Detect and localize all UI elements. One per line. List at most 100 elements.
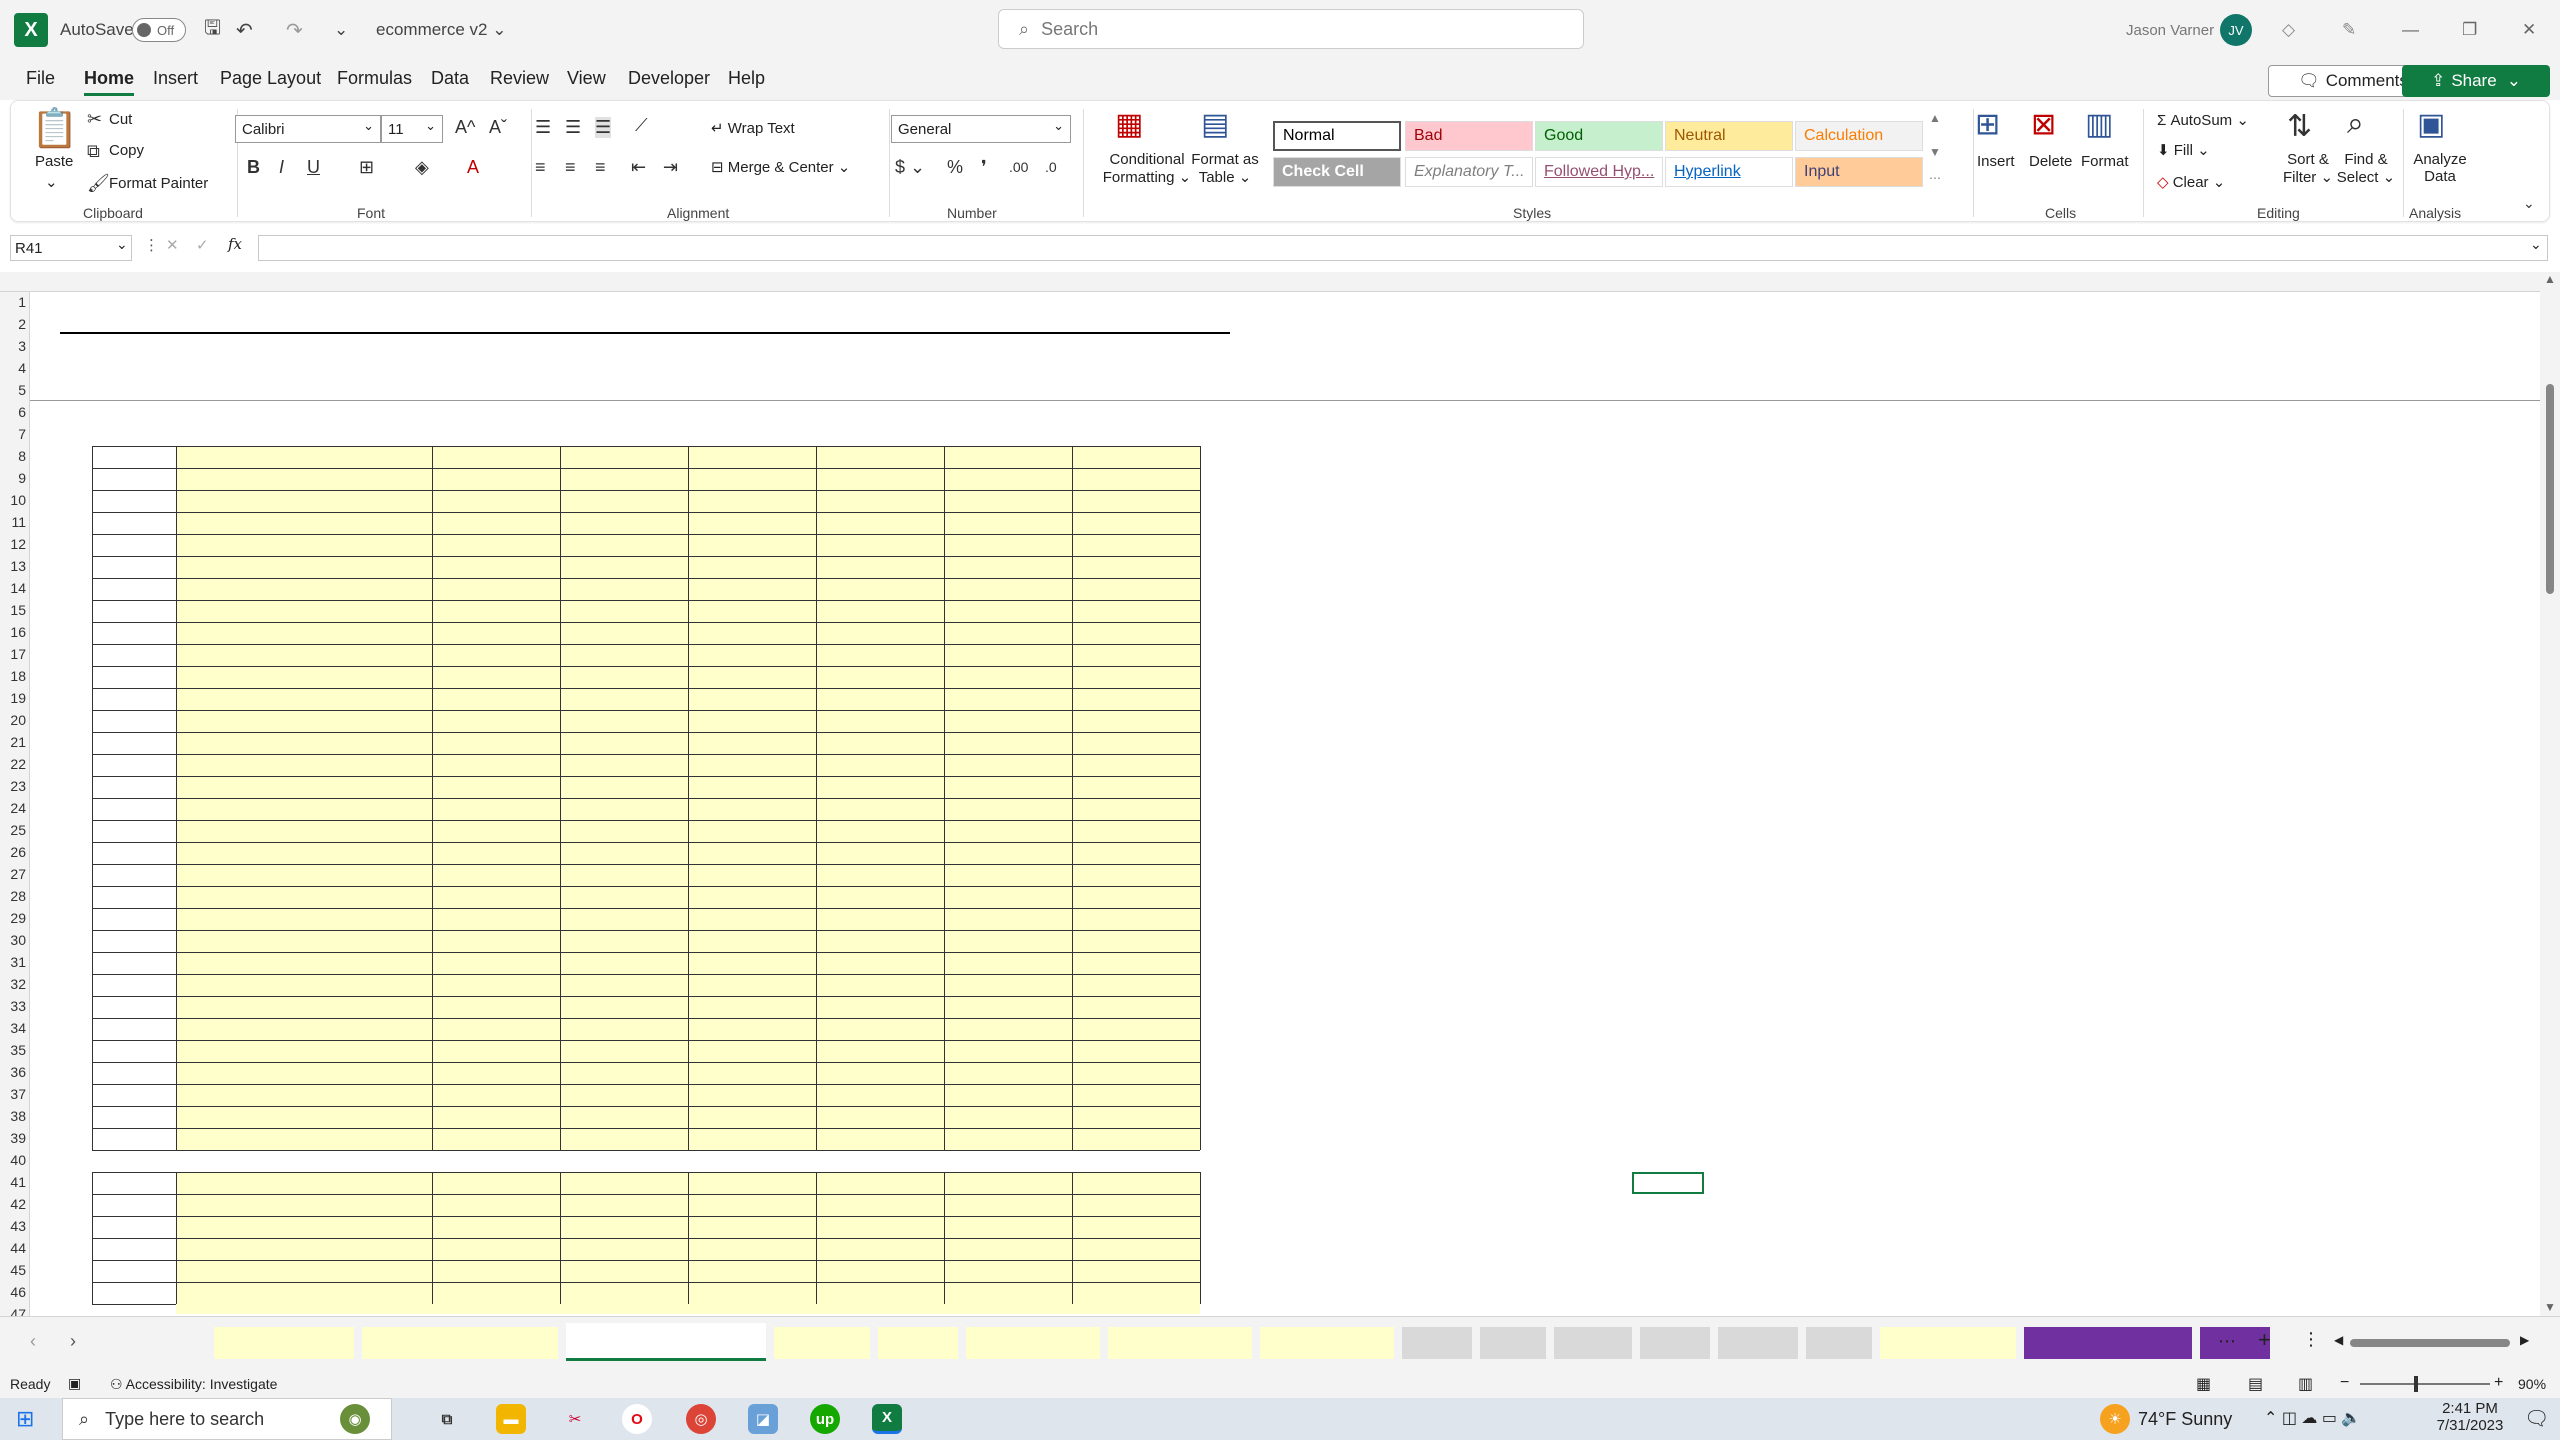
year-value-cell[interactable] [1072, 600, 1194, 622]
decrease-decimal-icon[interactable]: .0 [1045, 159, 1057, 175]
avocado-icon[interactable]: ◉ [340, 1404, 370, 1434]
year-value-cell[interactable] [816, 512, 938, 534]
zoom-slider[interactable] [2360, 1383, 2490, 1385]
notification-icon[interactable]: 🗨 [2524, 1406, 2549, 1431]
row-header[interactable]: 46 [0, 1284, 26, 1300]
year-value-cell[interactable] [688, 446, 810, 468]
year-value-cell[interactable] [816, 1260, 938, 1282]
column-header-n[interactable] [1344, 272, 1416, 292]
year-value-cell[interactable] [560, 468, 682, 490]
upwork-icon[interactable]: up [810, 1404, 840, 1434]
row-header[interactable]: 25 [0, 822, 26, 838]
start-month-cell[interactable] [432, 644, 556, 666]
year-value-cell[interactable] [1072, 1040, 1194, 1062]
year-value-cell[interactable] [560, 1194, 682, 1216]
year-value-cell[interactable] [560, 952, 682, 974]
year-value-cell[interactable] [560, 1260, 682, 1282]
sheet-tab-expense-assumptions[interactable] [566, 1323, 766, 1361]
year-value-cell[interactable] [944, 688, 1066, 710]
start-month-cell[interactable] [432, 600, 556, 622]
sheet-tab-cf-a[interactable] [1806, 1327, 1872, 1359]
start-month-cell[interactable] [432, 1194, 556, 1216]
year-value-cell[interactable] [1072, 908, 1194, 930]
year-value-cell[interactable] [560, 446, 682, 468]
year-value-cell[interactable] [688, 798, 810, 820]
start-month-cell[interactable] [432, 776, 556, 798]
column-header-v[interactable] [1920, 272, 1992, 292]
year-value-cell[interactable] [944, 776, 1066, 798]
page-layout-view-icon[interactable]: ▤ [2248, 1374, 2263, 1394]
row-header[interactable]: 26 [0, 844, 26, 860]
restore-icon[interactable]: ❐ [2462, 0, 2477, 60]
row-header[interactable]: 11 [0, 514, 26, 530]
find-select-button[interactable]: Find & Select ⌄ [2333, 151, 2399, 186]
year-value-cell[interactable] [944, 798, 1066, 820]
year-value-cell[interactable] [944, 1062, 1066, 1084]
start-month-cell[interactable] [432, 1106, 556, 1128]
sheet-tab-executive-summary[interactable] [2024, 1327, 2192, 1359]
weather-icon[interactable]: ☀ [2100, 1404, 2130, 1434]
column-header-w[interactable] [1992, 272, 2064, 292]
year-value-cell[interactable] [560, 644, 682, 666]
year-value-cell[interactable] [1072, 1018, 1194, 1040]
year-value-cell[interactable] [560, 886, 682, 908]
font-name-select[interactable]: Calibri [235, 115, 381, 143]
year-value-cell[interactable] [816, 908, 938, 930]
year-value-cell[interactable] [944, 490, 1066, 512]
year-value-cell[interactable] [1072, 1282, 1194, 1304]
prev-sheet-icon[interactable]: ‹ [30, 1331, 36, 1352]
start-month-cell[interactable] [432, 1062, 556, 1084]
snipping-tool-icon[interactable]: ✂ [560, 1404, 590, 1434]
tab-home[interactable]: Home [84, 68, 135, 96]
vertical-scroll-thumb[interactable] [2546, 384, 2554, 594]
year-value-cell[interactable] [688, 490, 810, 512]
comma-icon[interactable]: ❜ [981, 157, 987, 178]
year-value-cell[interactable] [688, 1040, 810, 1062]
year-value-cell[interactable] [944, 974, 1066, 996]
row-header[interactable]: 23 [0, 778, 26, 794]
column-header-i[interactable] [816, 272, 944, 292]
row-header[interactable]: 20 [0, 712, 26, 728]
year-value-cell[interactable] [688, 930, 810, 952]
start-month-cell[interactable] [432, 1238, 556, 1260]
row-header[interactable]: 9 [0, 470, 26, 486]
year-value-cell[interactable] [688, 732, 810, 754]
year-value-cell[interactable] [1072, 1106, 1194, 1128]
year-value-cell[interactable] [560, 974, 682, 996]
undo-icon[interactable]: ↶ [236, 0, 253, 60]
start-month-cell[interactable] [432, 1216, 556, 1238]
year-value-cell[interactable] [816, 1062, 938, 1084]
row-header[interactable]: 7 [0, 426, 26, 442]
format-as-table-button[interactable]: Format as Table ⌄ [1187, 151, 1263, 186]
year-value-cell[interactable] [944, 710, 1066, 732]
zoom-in-icon[interactable]: + [2494, 1374, 2503, 1392]
page-break-view-icon[interactable]: ▥ [2298, 1374, 2313, 1394]
row-header[interactable]: 8 [0, 448, 26, 464]
sheet-tab-is-m[interactable] [1402, 1327, 1472, 1359]
year-value-cell[interactable] [944, 556, 1066, 578]
year-value-cell[interactable] [1072, 1084, 1194, 1106]
start-month-cell[interactable] [432, 930, 556, 952]
avatar[interactable]: JV [2220, 14, 2252, 46]
year-value-cell[interactable] [816, 1040, 938, 1062]
start-month-cell[interactable] [432, 622, 556, 644]
row-header[interactable]: 38 [0, 1108, 26, 1124]
font-size-select[interactable]: 11 [381, 115, 443, 143]
year-value-cell[interactable] [1072, 1194, 1194, 1216]
zoom-slider-handle[interactable] [2414, 1376, 2418, 1392]
year-value-cell[interactable] [944, 446, 1066, 468]
year-value-cell[interactable] [944, 1216, 1066, 1238]
collapse-ribbon-icon[interactable]: ⌄ [2523, 195, 2535, 212]
column-header-ac[interactable] [2424, 272, 2496, 292]
year-value-cell[interactable] [944, 1194, 1066, 1216]
year-value-cell[interactable] [688, 1062, 810, 1084]
row-header[interactable]: 16 [0, 624, 26, 640]
year-value-cell[interactable] [560, 710, 682, 732]
sheet-options-icon[interactable]: ⋮ [2302, 1329, 2320, 1350]
year-value-cell[interactable] [688, 908, 810, 930]
horizontal-scroll-thumb[interactable] [2350, 1339, 2510, 1347]
year-value-cell[interactable] [944, 1040, 1066, 1062]
start-month-cell[interactable] [432, 710, 556, 732]
macro-record-icon[interactable]: ▣ [68, 1375, 81, 1392]
year-value-cell[interactable] [688, 776, 810, 798]
